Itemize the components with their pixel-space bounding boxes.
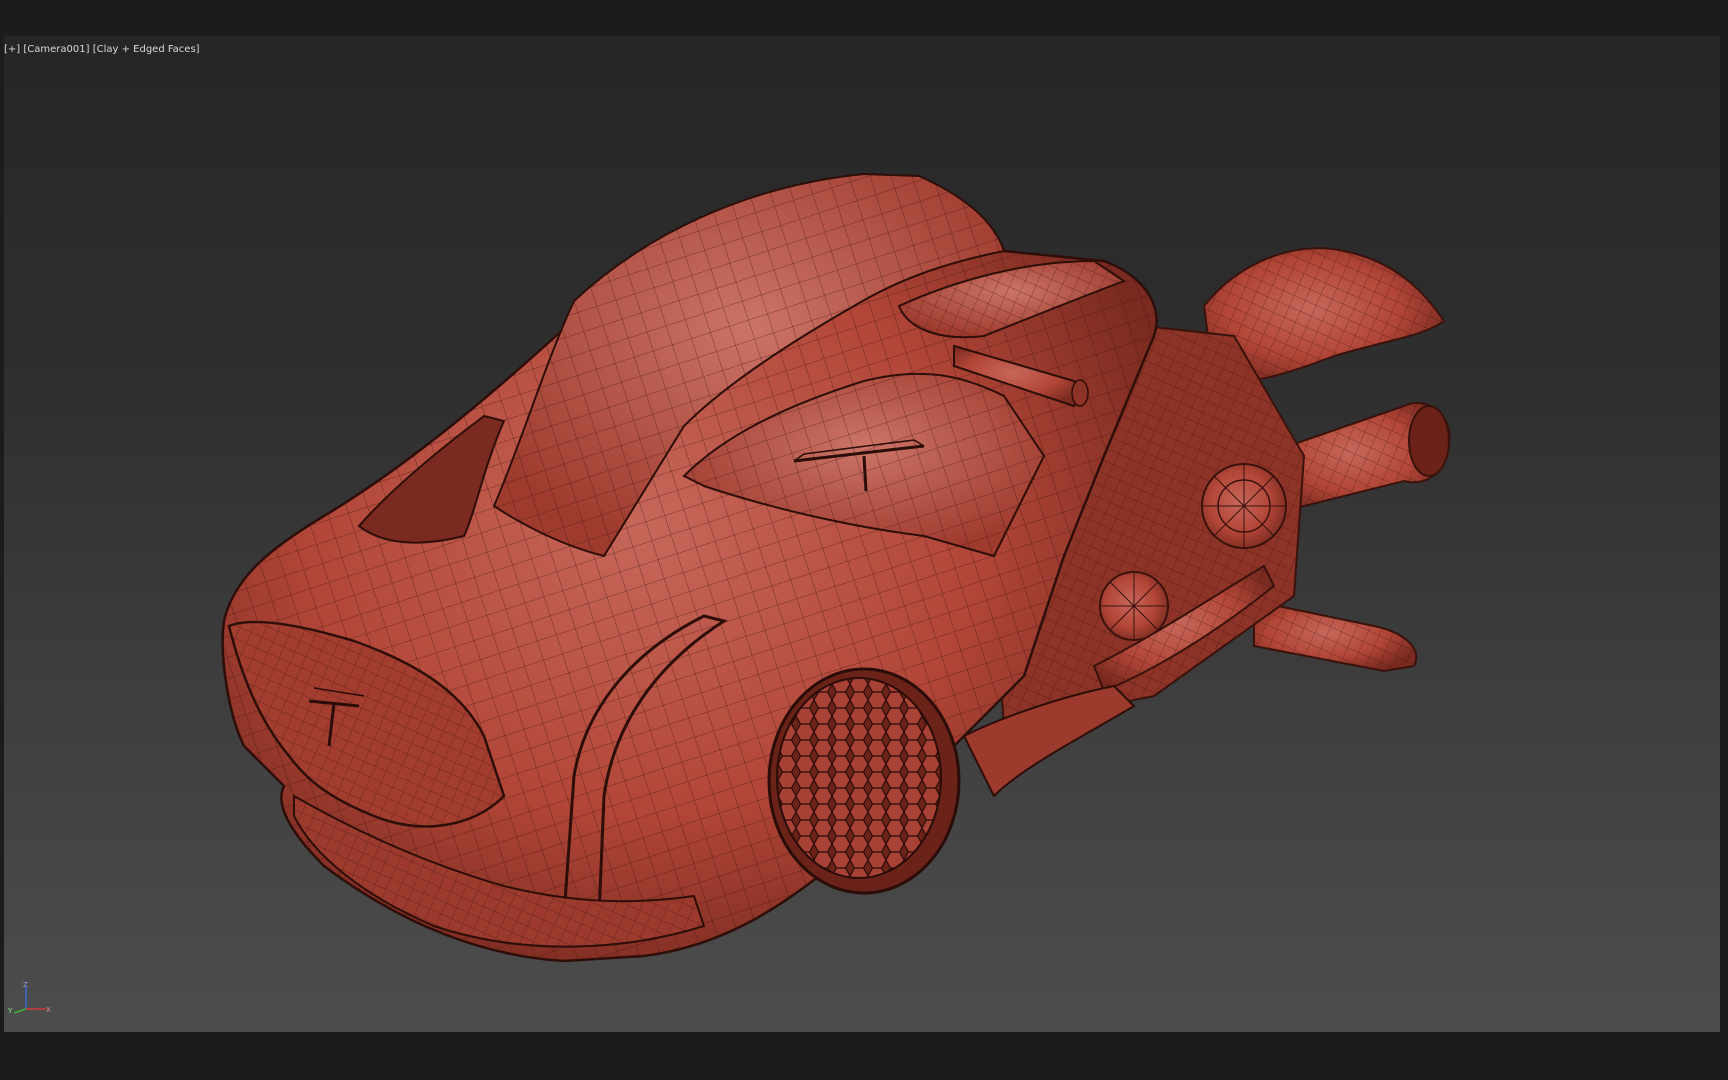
gizmo-x-label: X	[46, 1006, 51, 1014]
axis-gizmo-icon: Z X Y	[8, 981, 51, 1015]
vehicle-model[interactable]	[4, 36, 1720, 1032]
gizmo-y-label: Y	[8, 1007, 13, 1015]
vehicle-body	[221, 172, 1451, 963]
perspective-viewport[interactable]: [+] [Camera001] [Clay + Edged Faces] Z X…	[4, 36, 1720, 1032]
gizmo-z-label: Z	[23, 981, 28, 989]
hex-grille-intake	[767, 667, 961, 895]
